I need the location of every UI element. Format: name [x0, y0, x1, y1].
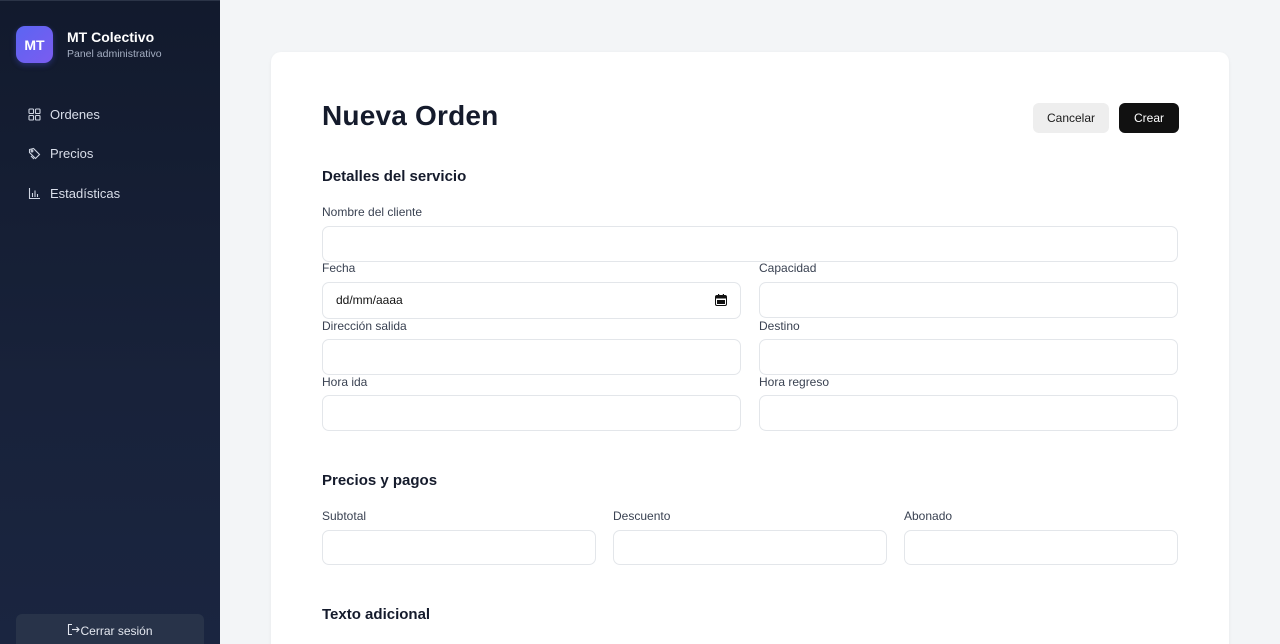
tag-icon [28, 147, 41, 160]
outbound-time-label: Hora ida [322, 375, 368, 389]
paid-input[interactable] [904, 530, 1178, 565]
sidebar-item-label: Estadísticas [50, 185, 121, 201]
sidebar-item-ordenes[interactable]: Ordenes [28, 103, 120, 125]
logout-label: Cerrar sesión [80, 624, 153, 638]
brand: MT MT Colectivo Panel administrativo [16, 26, 162, 63]
outbound-time-input[interactable] [322, 395, 741, 431]
grid-icon [28, 107, 41, 121]
discount-label: Descuento [613, 509, 671, 523]
destination-label: Destino [759, 319, 800, 333]
departure-address-input[interactable] [322, 339, 741, 375]
section-title-prices: Precios y pagos [322, 472, 438, 489]
paid-label: Abonado [904, 509, 953, 523]
logout-icon [68, 623, 81, 636]
sidebar-nav: Ordenes Precios Estadísticas [28, 103, 120, 222]
sidebar-item-label: Precios [50, 146, 94, 161]
date-placeholder: dd/mm/aaaa [336, 293, 403, 307]
section-title-extra: Texto adicional [322, 606, 431, 623]
create-button[interactable]: Crear [1119, 103, 1179, 133]
sidebar-item-label: Ordenes [50, 106, 100, 122]
return-time-label: Hora regreso [759, 375, 830, 389]
cancel-button[interactable]: Cancelar [1033, 103, 1109, 133]
destination-input[interactable] [759, 339, 1178, 375]
sidebar: MT MT Colectivo Panel administrativo Ord… [0, 0, 220, 644]
departure-address-label: Dirección salida [322, 319, 407, 333]
discount-input[interactable] [613, 530, 887, 565]
calendar-icon[interactable] [715, 294, 727, 306]
subtotal-label: Subtotal [322, 509, 367, 523]
brand-text: MT Colectivo Panel administrativo [67, 28, 162, 62]
brand-name: MT Colectivo [67, 28, 155, 45]
subtotal-input[interactable] [322, 530, 596, 565]
section-title-service: Detalles del servicio [322, 168, 467, 185]
date-input[interactable]: dd/mm/aaaa [322, 282, 741, 319]
brand-avatar: MT [16, 26, 53, 63]
logout-button[interactable]: Cerrar sesión [16, 614, 204, 644]
return-time-input[interactable] [759, 395, 1178, 431]
bar-chart-icon [28, 187, 40, 199]
capacity-label: Capacidad [759, 261, 817, 275]
date-label: Fecha [322, 261, 356, 275]
client-name-input[interactable] [322, 226, 1178, 262]
sidebar-item-precios[interactable]: Precios [28, 143, 120, 165]
client-name-label: Nombre del cliente [322, 205, 423, 219]
sidebar-item-estadisticas[interactable]: Estadísticas [28, 182, 120, 204]
capacity-input[interactable] [759, 282, 1178, 318]
page-title: Nueva Orden [322, 100, 499, 131]
brand-subtitle: Panel administrativo [67, 47, 162, 60]
